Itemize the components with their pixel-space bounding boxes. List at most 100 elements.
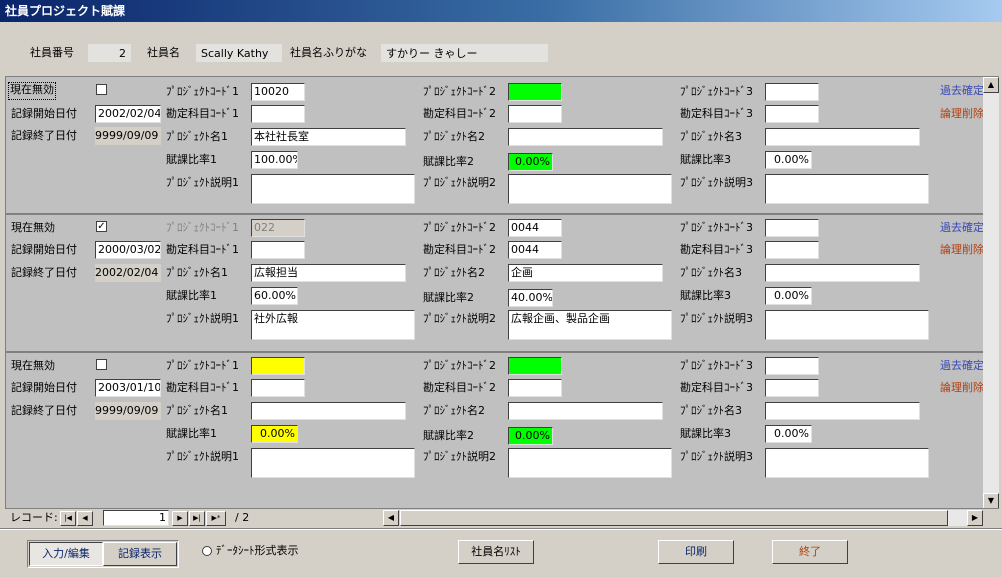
start-date-field[interactable]: 2000/03/02: [95, 241, 161, 259]
first-record-icon[interactable]: |◀: [60, 511, 76, 526]
ratio-3-field[interactable]: 0.00%: [765, 425, 812, 443]
ratio-2-field[interactable]: 0.00%: [508, 153, 553, 171]
vertical-scrollbar[interactable]: ▲ ▼: [983, 77, 999, 509]
scroll-right-icon[interactable]: ▶: [967, 510, 983, 526]
project-code-2-label: ﾌﾟﾛｼﾞｪｸﾄｺｰﾄﾞ2: [423, 85, 496, 98]
past-confirm-link[interactable]: 過去確定: [940, 357, 984, 375]
project-name-3-field[interactable]: [765, 128, 920, 146]
past-confirm-link[interactable]: 過去確定: [940, 219, 984, 237]
start-date-field[interactable]: 2003/01/10: [95, 379, 161, 397]
account-code-3-label: 勘定科目ｺｰﾄﾞ3: [680, 107, 753, 120]
project-desc-1-field[interactable]: [251, 174, 415, 204]
project-desc-3-field[interactable]: [765, 448, 929, 478]
ratio-1-field[interactable]: 0.00%: [251, 425, 298, 443]
ratio-2-field[interactable]: 40.00%: [508, 289, 553, 307]
datasheet-label: ﾃﾞｰﾀｼｰﾄ形式表示: [216, 544, 299, 557]
project-desc-3-field[interactable]: [765, 174, 929, 204]
project-name-3-label: ﾌﾟﾛｼﾞｪｸﾄ名3: [680, 404, 742, 417]
last-record-icon[interactable]: ▶|: [189, 511, 205, 526]
current-invalid-checkbox[interactable]: ✓: [96, 221, 107, 232]
end-date-field: 9999/09/09: [95, 402, 161, 420]
project-desc-3-field[interactable]: [765, 310, 929, 340]
ratio-1-field[interactable]: 100.00%: [251, 151, 298, 169]
emp-list-button[interactable]: 社員名ﾘｽﾄ: [458, 540, 534, 564]
logical-delete-link[interactable]: 論理削除: [940, 105, 984, 123]
ratio-1-label: 賦課比率1: [166, 289, 217, 302]
account-code-3-field[interactable]: [765, 379, 819, 397]
past-confirm-link[interactable]: 過去確定: [940, 82, 984, 100]
project-desc-1-field[interactable]: [251, 448, 415, 478]
project-name-2-field[interactable]: 企画: [508, 264, 663, 282]
account-code-3-label: 勘定科目ｺｰﾄﾞ3: [680, 381, 753, 394]
project-desc-2-field[interactable]: [508, 174, 672, 204]
emp-no-field: 2: [88, 44, 131, 62]
print-button[interactable]: 印刷: [658, 540, 734, 564]
scroll-left-icon[interactable]: ◀: [383, 510, 399, 526]
project-name-2-field[interactable]: [508, 402, 663, 420]
project-code-1-label: ﾌﾟﾛｼﾞｪｸﾄｺｰﾄﾞ1: [166, 359, 239, 372]
project-code-2-field[interactable]: [508, 357, 562, 375]
project-code-3-field[interactable]: [765, 357, 819, 375]
project-desc-2-field[interactable]: 広報企画、製品企画: [508, 310, 672, 340]
close-button[interactable]: 終了: [772, 540, 848, 564]
end-date-label: 記録終了日付: [11, 404, 77, 417]
account-code-2-field[interactable]: [508, 105, 562, 123]
prev-record-icon[interactable]: ◀: [77, 511, 93, 526]
project-name-2-field[interactable]: [508, 128, 663, 146]
account-code-2-field[interactable]: 0044: [508, 241, 562, 259]
project-code-3-field[interactable]: [765, 83, 819, 101]
new-record-icon[interactable]: ▶*: [206, 511, 226, 526]
project-code-1-field[interactable]: [251, 357, 305, 375]
project-code-1-field[interactable]: 10020: [251, 83, 305, 101]
project-name-1-field[interactable]: 広報担当: [251, 264, 406, 282]
emp-name-field: Scally Kathy: [196, 44, 282, 62]
project-code-1-field[interactable]: 022: [251, 219, 305, 237]
end-date-field: 9999/09/09: [95, 127, 161, 145]
datasheet-radio[interactable]: [202, 546, 212, 556]
footer-divider: [0, 528, 1002, 530]
project-code-2-field[interactable]: [508, 83, 562, 101]
start-date-field[interactable]: 2002/02/04: [95, 105, 161, 123]
project-code-3-field[interactable]: [765, 219, 819, 237]
project-code-2-field[interactable]: 0044: [508, 219, 562, 237]
account-code-3-label: 勘定科目ｺｰﾄﾞ3: [680, 243, 753, 256]
account-code-3-field[interactable]: [765, 241, 819, 259]
account-code-1-field[interactable]: [251, 241, 305, 259]
horizontal-scroll-thumb[interactable]: [400, 510, 948, 526]
project-name-3-field[interactable]: [765, 264, 920, 282]
next-record-icon[interactable]: ▶: [172, 511, 188, 526]
current-record-field[interactable]: 1: [103, 510, 169, 526]
project-desc-3-label: ﾌﾟﾛｼﾞｪｸﾄ説明3: [680, 312, 753, 325]
project-name-1-field[interactable]: 本社社長室: [251, 128, 406, 146]
project-name-3-label: ﾌﾟﾛｼﾞｪｸﾄ名3: [680, 266, 742, 279]
record-view-button[interactable]: 記録表示: [103, 542, 177, 566]
project-desc-1-field[interactable]: 社外広報: [251, 310, 415, 340]
current-invalid-checkbox[interactable]: [96, 359, 107, 370]
account-code-3-field[interactable]: [765, 105, 819, 123]
record-2: 現在無効 ✓ 記録開始日付 2000/03/02 記録終了日付 2002/02/…: [6, 215, 986, 353]
ratio-1-field[interactable]: 60.00%: [251, 287, 298, 305]
ratio-2-label: 賦課比率2: [423, 155, 474, 168]
scroll-up-icon[interactable]: ▲: [983, 77, 999, 93]
account-code-2-field[interactable]: [508, 379, 562, 397]
records-detail: 現在無効 記録開始日付 2002/02/04 記録終了日付 9999/09/09…: [5, 76, 999, 509]
ratio-3-field[interactable]: 0.00%: [765, 287, 812, 305]
project-name-3-field[interactable]: [765, 402, 920, 420]
project-desc-3-label: ﾌﾟﾛｼﾞｪｸﾄ説明3: [680, 176, 753, 189]
logical-delete-link[interactable]: 論理削除: [940, 379, 984, 397]
ratio-2-field[interactable]: 0.00%: [508, 427, 553, 445]
input-edit-button[interactable]: 入力/編集: [29, 542, 103, 566]
ratio-1-label: 賦課比率1: [166, 427, 217, 440]
ratio-3-field[interactable]: 0.00%: [765, 151, 812, 169]
logical-delete-link[interactable]: 論理削除: [940, 241, 984, 259]
record-navigator: レコード: |◀ ◀ 1 ▶ ▶| ▶* / 2 ◀ ▶: [5, 508, 999, 527]
current-invalid-checkbox[interactable]: [96, 84, 107, 95]
project-name-1-field[interactable]: [251, 402, 406, 420]
record-3: 現在無効 記録開始日付 2003/01/10 記録終了日付 9999/09/09…: [6, 353, 986, 491]
account-code-1-field[interactable]: [251, 379, 305, 397]
project-name-2-label: ﾌﾟﾛｼﾞｪｸﾄ名2: [423, 404, 485, 417]
scroll-down-icon[interactable]: ▼: [983, 493, 999, 509]
window-title: 社員プロジェクト賦課: [0, 0, 1002, 22]
project-desc-2-field[interactable]: [508, 448, 672, 478]
account-code-1-field[interactable]: [251, 105, 305, 123]
